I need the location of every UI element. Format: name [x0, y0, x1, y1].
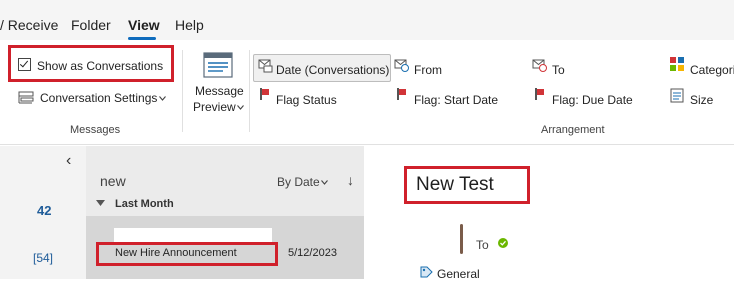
category-tag-icon — [420, 266, 433, 278]
avatar — [460, 224, 463, 254]
search-text[interactable]: new — [100, 173, 126, 189]
folder-pane: ‹ 42 [54] — [0, 146, 86, 279]
chevron-down-icon — [159, 96, 166, 101]
reading-pane: New Test To General — [364, 146, 734, 281]
ribbon: Show as Conversations Conversation Setti… — [0, 40, 734, 145]
from-button[interactable]: From — [414, 63, 442, 77]
sort-direction-icon[interactable]: ↓ — [347, 172, 354, 188]
size-button[interactable]: Size — [690, 93, 713, 107]
flag-due-date-button[interactable]: Flag: Due Date — [552, 93, 633, 107]
to-label: To — [476, 238, 489, 252]
to-icon — [532, 59, 547, 72]
menu-send-receive[interactable]: / Receive — [0, 17, 58, 33]
sender-redacted — [114, 228, 272, 242]
ribbon-separator — [249, 50, 250, 132]
menu-view[interactable]: View — [128, 17, 160, 33]
chevron-down-icon — [237, 105, 244, 110]
group-header-last-month[interactable]: Last Month — [115, 198, 174, 210]
reading-subject: New Test — [416, 174, 494, 195]
message-preview-icon — [203, 52, 233, 78]
unread-count-1: 42 — [37, 203, 52, 218]
message-preview-line1[interactable]: Message — [195, 84, 244, 98]
collapse-group-icon[interactable] — [96, 200, 105, 206]
show-as-conversations-checkbox[interactable] — [18, 58, 31, 71]
show-as-conversations-label[interactable]: Show as Conversations — [37, 59, 163, 73]
conversation-settings-button[interactable]: Conversation Settings — [40, 91, 157, 105]
chevron-down-icon — [321, 180, 328, 185]
size-icon — [670, 88, 684, 103]
date-conversations-label[interactable]: Date (Conversations) — [276, 63, 389, 77]
from-icon — [394, 59, 409, 72]
arrangement-group-label: Arrangement — [541, 124, 605, 136]
collapse-pane-icon[interactable]: ‹ — [66, 152, 71, 170]
categories-icon — [670, 57, 684, 71]
flag-icon — [535, 88, 544, 100]
presence-available-icon — [498, 238, 508, 248]
to-button[interactable]: To — [552, 63, 565, 77]
categories-button[interactable]: Categori — [690, 63, 734, 77]
menu-folder[interactable]: Folder — [71, 17, 111, 33]
calendar-envelope-icon — [258, 59, 273, 73]
unread-count-2: [54] — [33, 251, 54, 265]
menu-help[interactable]: Help — [175, 17, 204, 33]
messages-group-label: Messages — [70, 124, 121, 136]
message-list: new By Date ↓ Last Month New Hire Announ… — [86, 146, 364, 279]
ribbon-separator — [182, 50, 183, 132]
sort-by-date-button[interactable]: By Date — [277, 175, 320, 189]
flag-icon — [397, 88, 406, 100]
message-subject: New Hire Announcement — [115, 247, 237, 259]
message-preview-line2[interactable]: Preview — [193, 100, 236, 114]
flag-start-date-button[interactable]: Flag: Start Date — [414, 93, 498, 107]
conversation-settings-icon — [18, 91, 34, 104]
message-date: 5/12/2023 — [288, 247, 337, 259]
menu-bar: / Receive Folder View Help — [0, 0, 734, 40]
flag-icon — [260, 88, 269, 100]
flag-status-button[interactable]: Flag Status — [276, 93, 337, 107]
